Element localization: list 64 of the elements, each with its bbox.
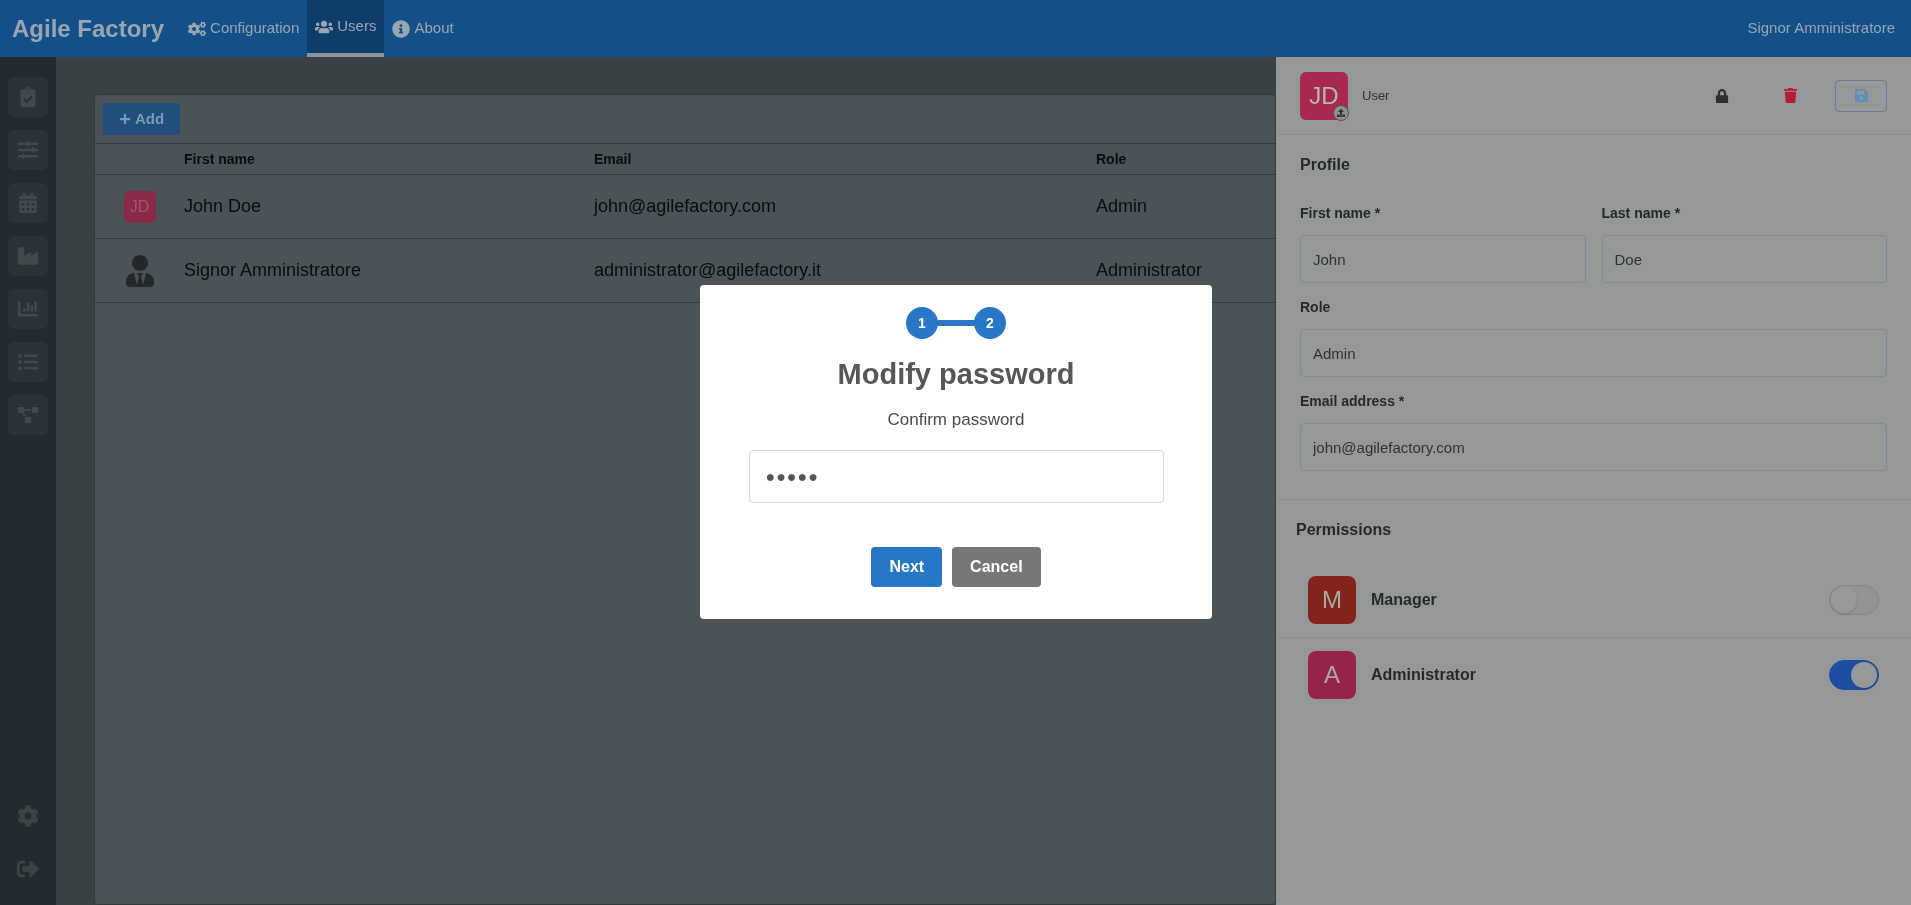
user-name: Signor Amministratore	[1747, 18, 1895, 39]
name-cell: John Doe	[184, 196, 262, 216]
save-button[interactable]	[1835, 79, 1887, 112]
text-field[interactable]: john@agilefactory.com	[1300, 423, 1887, 471]
sidebar-button[interactable]	[8, 130, 48, 170]
field-label: First name *	[1300, 204, 1382, 223]
trash-icon	[1783, 88, 1797, 103]
sidebar-button[interactable]	[8, 289, 48, 329]
permission-name: Administrator	[1371, 665, 1476, 685]
column-header: Email	[594, 150, 632, 167]
password-field[interactable]: ●●●●●	[748, 450, 1164, 503]
add-button[interactable]: Add	[103, 103, 181, 135]
sidebar-button[interactable]	[8, 342, 48, 382]
gears-icon	[188, 19, 207, 38]
field-label: Email address *	[1300, 392, 1406, 411]
logout-icon	[17, 858, 39, 880]
sidebar-button[interactable]	[8, 236, 48, 276]
nav-tab[interactable]: Users	[307, 0, 385, 57]
bar-chart-icon	[18, 299, 38, 319]
email-cell: john@agilefactory.com	[594, 196, 777, 216]
plus-icon	[119, 113, 131, 125]
nav-tab[interactable]: About	[384, 0, 462, 57]
sliders-icon	[18, 140, 38, 160]
role-cell: Administrator	[1096, 260, 1203, 280]
next-button[interactable]: Next	[871, 547, 943, 587]
cancel-button[interactable]: Cancel	[952, 547, 1041, 587]
list-icon	[18, 352, 38, 372]
sidebar-button[interactable]	[8, 183, 48, 223]
diagram-icon	[18, 405, 38, 425]
section-title: Profile	[1300, 156, 1350, 173]
permission-avatar: A	[1308, 651, 1356, 699]
permission-toggle[interactable]	[1829, 584, 1879, 615]
text-field[interactable]: Doe	[1601, 235, 1887, 283]
text-field[interactable]: Admin	[1300, 329, 1887, 377]
factory-icon	[18, 246, 38, 266]
modal-title: Modify password	[837, 357, 1075, 392]
save-icon	[1853, 88, 1869, 103]
permission-toggle[interactable]	[1829, 660, 1879, 690]
person-avatar-icon	[125, 253, 154, 288]
nav-tab[interactable]: Configuration	[180, 0, 308, 57]
settings-icon	[17, 805, 39, 827]
column-header: First name	[184, 150, 255, 167]
role-cell: Admin	[1096, 196, 1148, 216]
info-icon	[392, 19, 411, 38]
field-label: Last name *	[1601, 204, 1682, 223]
permission-avatar: M	[1308, 575, 1356, 624]
field-label: Role	[1300, 298, 1332, 317]
user-type-label: User	[1362, 86, 1390, 105]
column-header: Role	[1096, 150, 1127, 167]
email-cell: administrator@agilefactory.it	[594, 260, 822, 280]
sidebar-button[interactable]	[8, 395, 48, 435]
sidebar-button[interactable]	[8, 77, 48, 117]
modal-subtitle: Confirm password	[887, 408, 1025, 431]
lock-icon	[1715, 88, 1729, 103]
step-indicator: 2	[974, 307, 1006, 339]
clipboard-check-icon	[18, 87, 38, 107]
permission-name: Manager	[1371, 589, 1437, 610]
step-indicator: 1	[906, 307, 938, 339]
user-avatar: JD	[1300, 71, 1348, 120]
section-title: Permissions	[1296, 521, 1392, 538]
app-brand: Agile Factory	[12, 13, 165, 44]
name-cell: Signor Amministratore	[184, 260, 362, 280]
text-field[interactable]: John	[1300, 235, 1586, 283]
calendar-icon	[18, 193, 38, 213]
